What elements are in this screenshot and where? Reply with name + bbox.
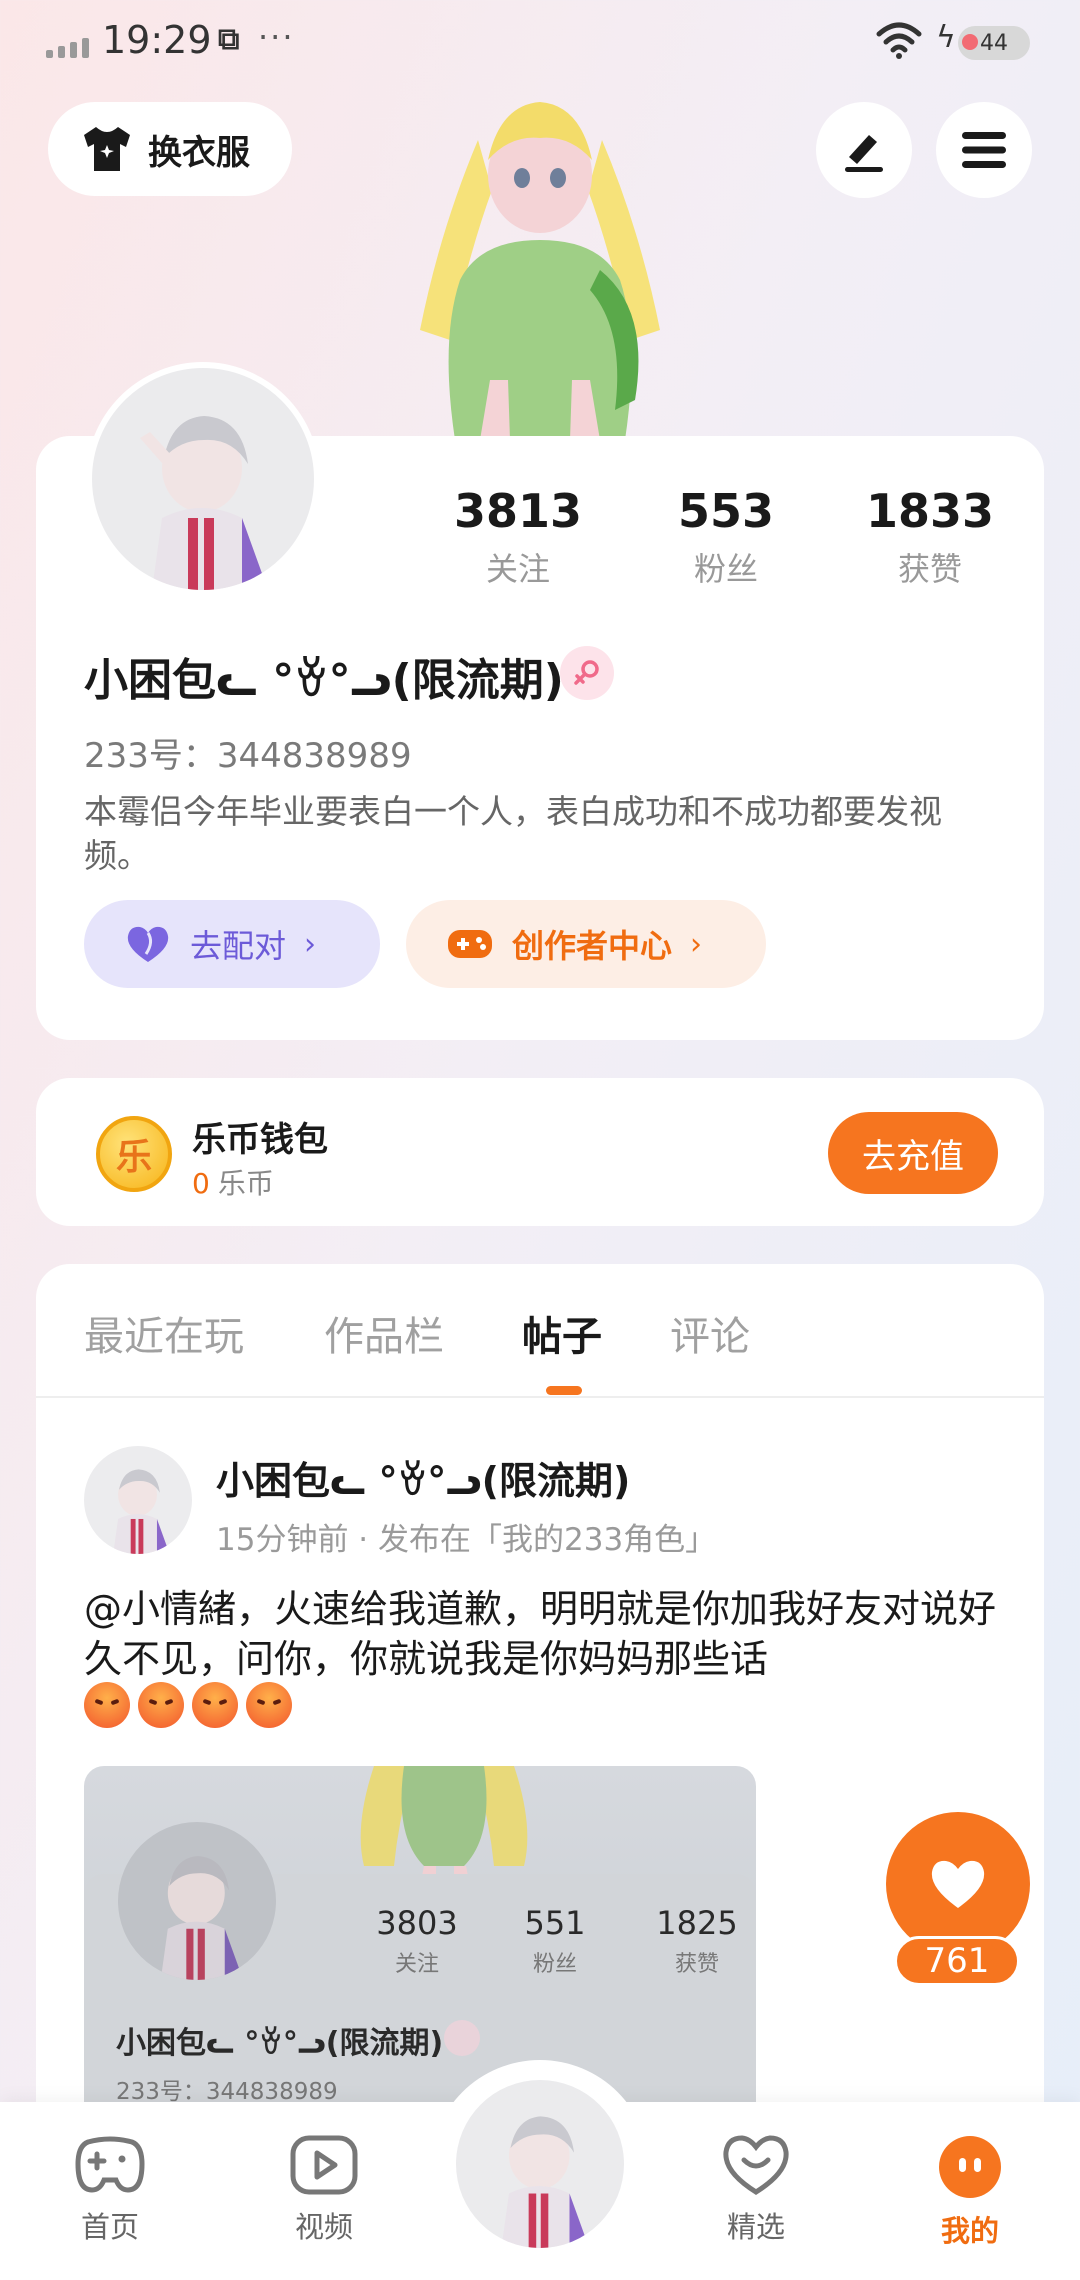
profile-uid: 233号：344838989 (84, 736, 412, 776)
creator-center-label: 创作者中心 (512, 927, 673, 965)
recharge-button[interactable]: 去充值 (828, 1112, 998, 1194)
thumbnail-stat-fans: 551 粉丝 (500, 1904, 610, 1978)
post-author-avatar[interactable] (84, 1446, 192, 1554)
avatar-image (113, 1469, 170, 1554)
tab-posts[interactable]: 帖子 (522, 1304, 602, 1362)
avatar-image (501, 2116, 590, 2248)
profile-bio: 本霉侣今年毕业要表白一个人，表白成功和不成功都要发视频。 (84, 792, 942, 875)
chevron-right-icon: › (690, 926, 703, 962)
thumbnail-stat-following: 3803 关注 (362, 1904, 472, 1978)
thumbnail-uid: 233号：344838989 (116, 2079, 338, 2105)
stat-fans[interactable]: 553 粉丝 (636, 484, 816, 590)
match-label: 去配对 (190, 927, 287, 965)
menu-button[interactable] (936, 102, 1032, 198)
profile-face-icon (939, 2136, 1001, 2198)
tab-works[interactable]: 作品栏 (324, 1304, 444, 1362)
signal-icon (46, 36, 89, 58)
nav-video-label: 视频 (294, 2210, 353, 2244)
stat-likes-label: 获赞 (897, 550, 962, 588)
battery-dot (962, 34, 978, 50)
thumbnail-stat-count: 551 (524, 1904, 586, 1942)
female-gender-icon (560, 646, 614, 700)
avatar-image (140, 416, 268, 590)
gamepad-icon (75, 2136, 145, 2193)
status-bar: 19:29 ⧉ ··· ϟ 44 (0, 0, 1080, 84)
like-button[interactable] (886, 1812, 1030, 1956)
emoji-row (84, 1682, 292, 1728)
screenshot-icon: ⧉ (218, 22, 240, 57)
gamepad-icon (448, 930, 492, 958)
stat-following[interactable]: 3813 关注 (428, 484, 608, 590)
profile-name: 小困包ᓚ °ꈊ°ᓗ(限流期) (84, 655, 564, 706)
wallet-amount: 0 (192, 1167, 210, 1200)
stat-fans-count: 553 (677, 484, 775, 538)
heart-icon (127, 926, 169, 962)
thumbnail-stat-label: 关注 (394, 1952, 439, 1977)
stat-likes[interactable]: 1833 获赞 (840, 484, 1020, 590)
creator-center-button[interactable]: 创作者中心 › (406, 900, 766, 988)
nav-me[interactable]: 我的 (890, 2134, 1050, 2250)
angry-emoji-icon (84, 1682, 130, 1728)
profile-avatar[interactable] (86, 362, 320, 596)
pencil-icon (845, 135, 883, 172)
nav-home[interactable]: 首页 (30, 2134, 190, 2246)
wallet-balance: 0 乐币 (192, 1162, 274, 1202)
thumbnail-stat-count: 3803 (376, 1904, 458, 1942)
stat-likes-count: 1833 (865, 484, 995, 538)
chevron-right-icon: › (304, 926, 317, 962)
post-text[interactable]: @小情緒，火速给我道歉，明明就是你加我好友对说好久不见，问你，你就说我是你妈妈那… (84, 1584, 1004, 1684)
status-time: 19:29 (102, 18, 212, 62)
tabs-divider (36, 1396, 1044, 1398)
nav-video[interactable]: 视频 (244, 2134, 404, 2246)
thumbnail-stat-count: 1825 (656, 1904, 738, 1942)
like-count: 761 (894, 1936, 1020, 1986)
post-author-name[interactable]: 小困包ᓚ °ꈊ°ᓗ(限流期) (216, 1450, 630, 1505)
stat-following-label: 关注 (485, 550, 550, 588)
angry-emoji-icon (246, 1682, 292, 1728)
wallet-title: 乐币钱包 (192, 1120, 328, 1160)
shirt-icon (84, 127, 130, 171)
charging-icon: ϟ (936, 20, 956, 55)
heart-outline-icon (723, 2135, 789, 2195)
active-tab-indicator (546, 1386, 582, 1395)
match-button[interactable]: 去配对 › (84, 900, 380, 988)
thumbnail-stat-label: 粉丝 (532, 1952, 577, 1977)
tab-recently-played[interactable]: 最近在玩 (84, 1304, 244, 1362)
change-outfit-button[interactable]: 换衣服 (48, 102, 292, 196)
menu-icon (962, 132, 1006, 168)
nav-featured[interactable]: 精选 (676, 2134, 836, 2246)
play-icon (290, 2135, 358, 2195)
character-thumbnail (360, 1766, 528, 1886)
thumbnail-stat-label: 获赞 (674, 1952, 719, 1977)
nav-center-avatar[interactable] (456, 2080, 624, 2248)
wifi-icon (876, 22, 922, 59)
thumbnail-stat-likes: 1825 获赞 (642, 1904, 752, 1978)
stat-fans-label: 粉丝 (693, 550, 758, 588)
thumbnail-name: 小困包ᓚ °ꈊ°ᓗ(限流期) (116, 2026, 444, 2061)
nav-featured-label: 精选 (726, 2210, 785, 2244)
stat-following-count: 3813 (453, 484, 583, 538)
avatar-character-image[interactable] (400, 80, 680, 440)
angry-emoji-icon (138, 1682, 184, 1728)
post-meta: 15分钟前 · 发布在「我的233角色」 (216, 1522, 717, 1558)
thumbnail-gender-icon (444, 2020, 480, 2056)
coin-icon: 乐 (96, 1116, 172, 1192)
nav-me-label: 我的 (940, 2214, 999, 2248)
nav-home-label: 首页 (80, 2210, 139, 2244)
edit-button[interactable] (816, 102, 912, 198)
tab-comments[interactable]: 评论 (670, 1304, 750, 1362)
heart-icon (931, 1860, 985, 1908)
more-notifications-icon: ··· (258, 18, 295, 56)
wallet-unit: 乐币 (217, 1167, 274, 1200)
change-outfit-label: 换衣服 (148, 132, 250, 173)
angry-emoji-icon (192, 1682, 238, 1728)
thumbnail-avatar (118, 1822, 276, 1980)
